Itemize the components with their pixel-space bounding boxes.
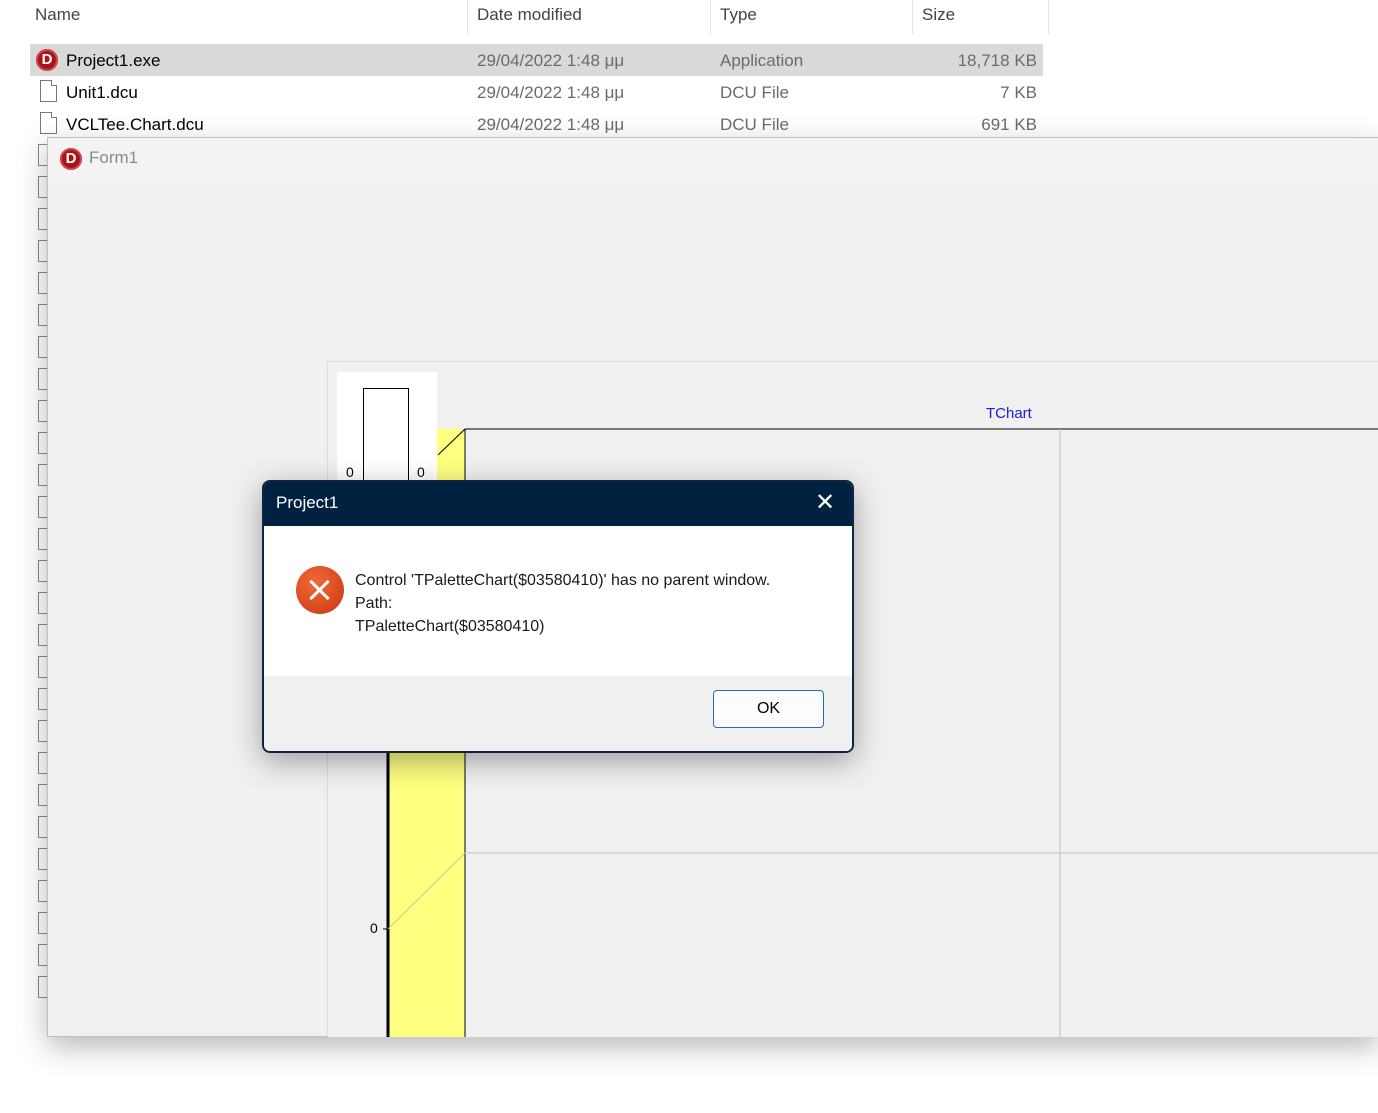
axis-tick-label: 0 — [370, 920, 378, 936]
column-header-size[interactable]: Size — [922, 0, 955, 34]
file-row-vcltee-chart-dcu[interactable]: VCLTee.Chart.dcu 29/04/2022 1:48 μμ DCU … — [30, 108, 1043, 140]
palette-tick-label: 0 — [417, 464, 425, 480]
ok-button[interactable]: OK — [713, 690, 824, 728]
error-icon — [296, 566, 344, 614]
chart-title: TChart — [986, 405, 1032, 422]
column-header-date-modified[interactable]: Date modified — [477, 0, 582, 34]
palette-legend: 0 0 — [337, 372, 437, 489]
column-separator[interactable] — [912, 0, 913, 34]
file-row-unit1-dcu[interactable]: Unit1.dcu 29/04/2022 1:48 μμ DCU File 7 … — [30, 76, 1043, 108]
column-header-type[interactable]: Type — [720, 0, 757, 34]
delphi-app-icon: D — [60, 148, 82, 170]
palette-tick-label: 0 — [346, 464, 354, 480]
file-icon — [40, 80, 57, 102]
error-dialog[interactable]: Project1 ✕ Control 'TPaletteChart($03580… — [262, 480, 854, 753]
file-name: Unit1.dcu — [66, 83, 138, 102]
file-date: 29/04/2022 1:48 μμ — [477, 51, 625, 70]
file-size: 18,718 KB — [957, 51, 1037, 70]
column-separator[interactable] — [1048, 0, 1049, 34]
form1-title: Form1 — [89, 148, 139, 167]
file-row-project1-exe[interactable]: D Project1.exe 29/04/2022 1:48 μμ Applic… — [30, 44, 1043, 76]
dialog-message: Control 'TPaletteChart($03580410)' has n… — [355, 569, 770, 638]
file-icon — [40, 112, 57, 134]
dialog-message-line: Path: — [355, 595, 393, 612]
dialog-message-line: Control 'TPaletteChart($03580410)' has n… — [355, 572, 771, 589]
delphi-app-icon: D — [36, 49, 58, 71]
column-separator[interactable] — [467, 0, 468, 34]
file-size: 7 KB — [1000, 83, 1037, 102]
dialog-title: Project1 — [276, 493, 339, 512]
palette-color-bar — [363, 388, 409, 489]
file-date: 29/04/2022 1:48 μμ — [477, 83, 625, 102]
column-header-name[interactable]: Name — [35, 0, 80, 34]
file-type: Application — [720, 51, 804, 70]
dialog-titlebar[interactable]: Project1 ✕ — [264, 482, 852, 526]
form1-titlebar[interactable]: D Form1 — [48, 138, 1378, 182]
dialog-message-line: TPaletteChart($03580410) — [355, 618, 545, 635]
dialog-body: Control 'TPaletteChart($03580410)' has n… — [264, 526, 852, 676]
close-icon[interactable]: ✕ — [812, 490, 838, 516]
file-name: Project1.exe — [66, 51, 161, 70]
file-type: DCU File — [720, 83, 789, 102]
column-separator[interactable] — [710, 0, 711, 34]
dialog-footer: OK — [264, 676, 852, 751]
